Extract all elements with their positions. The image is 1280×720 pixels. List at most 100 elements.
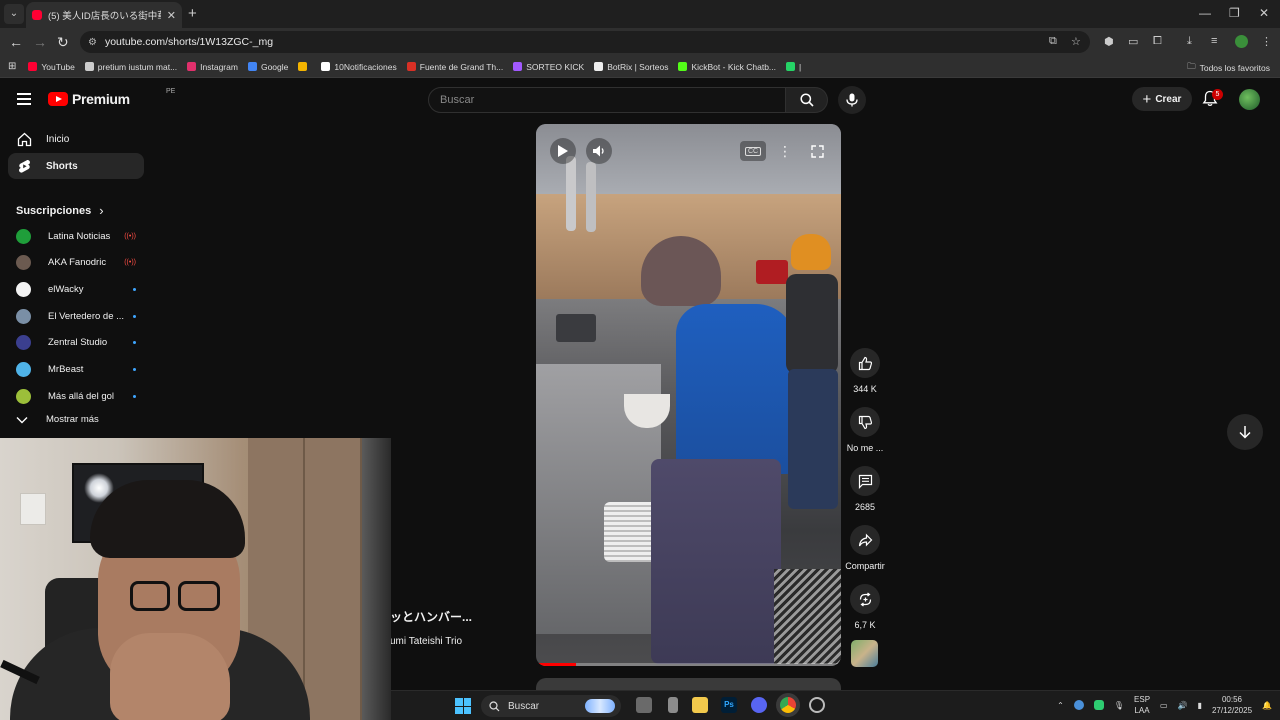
extension-card-icon[interactable]: ▭ [1128,35,1138,48]
close-tab-icon[interactable]: ✕ [167,9,176,22]
extensions-puzzle-icon[interactable]: ⧠ [1153,35,1162,48]
network-icon[interactable]: ▭ [1160,701,1168,710]
video-progress-bar[interactable] [536,663,841,666]
bookmark-item[interactable]: Fuente de Grand Th... [406,62,503,72]
subscriptions-heading[interactable]: Suscripciones › [16,203,104,218]
browser-toolbar: ← → ↻ ⚙ youtube.com/shorts/1W13ZGC-_mg ⧉… [0,28,1280,56]
dislike-button[interactable]: No me ... [844,407,886,453]
glasses-left-lens [130,581,170,611]
short-title[interactable]: ッとハンバー... [390,608,472,625]
subscription-item[interactable]: Más allá del gol [16,386,136,406]
more-options-button[interactable]: ⋮ [772,138,798,164]
shorts-video-player[interactable]: CC ⋮ [536,124,841,666]
notification-center-icon[interactable]: 🔔 [1262,701,1272,710]
device-icon[interactable] [668,697,678,713]
guide-menu-icon[interactable] [17,93,31,108]
app-icon[interactable] [809,697,825,713]
clock-time: 00:56 [1221,695,1243,704]
share-button[interactable]: Compartir [844,525,886,571]
reading-list-icon[interactable]: ≡ [1211,35,1217,47]
apps-grid-icon[interactable]: ⊞ [8,61,16,72]
close-window-button[interactable]: ✕ [1259,6,1269,20]
short-channel-name[interactable]: umi Tateishi Trio [390,636,462,647]
subscription-item[interactable]: El Vertedero de ... [16,306,136,326]
share-icon [858,533,872,546]
bookmark-item[interactable]: BotRix | Sorteos [594,62,668,72]
captions-button[interactable]: CC [740,141,766,161]
tray-app-icon[interactable] [1093,700,1104,710]
photoshop-icon[interactable]: Ps [721,697,737,713]
search-input[interactable]: Buscar [428,87,786,113]
sidebar-item-inicio[interactable]: Inicio [8,126,144,152]
downloads-icon[interactable]: ⤓ [1187,35,1192,48]
address-bar[interactable]: ⚙ youtube.com/shorts/1W13ZGC-_mg [80,31,1090,53]
restore-window-button[interactable]: ❐ [1229,6,1240,20]
file-explorer-icon[interactable] [692,697,708,713]
bookmark-item[interactable]: Google [247,62,288,72]
bookmark-item[interactable]: pretium iustum mat... [84,62,177,72]
profile-avatar-icon[interactable] [1235,35,1248,48]
show-hidden-icons-chevron-icon[interactable]: ⌃ [1057,701,1064,710]
subscription-item[interactable]: Latina Noticias ((•)) [16,226,136,246]
reload-button[interactable]: ↻ [57,34,69,51]
show-more-button[interactable]: Mostrar más [16,414,99,425]
volume-tray-icon[interactable]: 🔊 [1178,701,1188,710]
apron [651,459,781,664]
minimize-window-button[interactable]: — [1199,6,1211,20]
create-button[interactable]: + Crear [1132,87,1192,111]
taskbar-search-label: Buscar [508,700,540,712]
logo-text: Premium [72,91,130,107]
volume-button[interactable] [586,138,612,164]
voice-search-button[interactable] [838,86,866,114]
search-button[interactable] [786,87,828,113]
like-button[interactable]: 344 K [844,348,886,394]
bookmark-star-icon[interactable]: ☆ [1071,35,1081,48]
battery-icon[interactable]: ▮ [1198,701,1202,710]
microphone-tray-icon[interactable]: 🎙 [1114,701,1124,710]
bookmark-item[interactable]: SORTEO KICK [513,62,584,72]
clock[interactable]: 00:56 27/12/2025 [1212,694,1252,716]
bookmark-item[interactable]: Instagram [187,62,238,72]
sound-thumbnail[interactable] [851,640,878,667]
language-indicator[interactable]: ESP LAA [1134,694,1150,716]
remix-button[interactable]: 6,7 K [844,584,886,630]
bookmark-item[interactable]: KickBot - Kick Chatb... [678,62,776,72]
chrome-icon[interactable] [780,697,796,713]
account-avatar[interactable] [1239,89,1260,110]
youtube-premium-logo[interactable]: Premium PE [48,88,175,107]
sidebar-item-shorts[interactable]: Shorts [8,153,144,179]
browser-menu-icon[interactable]: ⋮ [1261,35,1272,48]
bookmark-favicon-icon [298,62,308,71]
forward-button[interactable]: → [33,34,47,50]
discord-icon[interactable] [751,697,767,713]
taskbar-search-box[interactable]: Buscar [481,695,621,717]
back-button[interactable]: ← [9,34,23,50]
task-view-icon[interactable] [636,697,652,713]
comment-icon [858,474,872,489]
next-short-button[interactable] [1227,414,1263,450]
bookmark-item[interactable]: 10Notificaciones [321,62,397,72]
comments-button[interactable]: 2685 [844,466,886,512]
site-info-icon[interactable]: ⚙ [88,37,97,48]
play-button[interactable] [550,138,576,164]
windows-start-icon[interactable] [455,698,471,714]
subscription-item[interactable]: AKA Fanodric ((•)) [16,253,136,273]
bookmark-item[interactable]: YouTube [28,62,75,72]
subscription-item[interactable]: MrBeast [16,360,136,380]
browser-tab-active[interactable]: (5) 美人ID店長のいる街中華！5 ✕ [26,2,182,28]
bookmark-label: BotRix | Sorteos [607,61,669,72]
fullscreen-button[interactable] [804,138,830,164]
blue-shirt [676,304,796,474]
door-frame [362,438,391,720]
subscription-item[interactable]: Zentral Studio [16,333,136,353]
all-bookmarks-button[interactable]: 🗀 Todos los favoritos [1187,61,1270,75]
onedrive-icon[interactable] [1073,700,1084,710]
tab-search-button[interactable]: ⌄ [4,4,24,24]
bookmark-item[interactable]: | [786,62,801,72]
install-app-icon[interactable]: ⧉ [1049,35,1057,48]
new-tab-button[interactable]: + [188,5,197,22]
notification-count-badge: 5 [1212,89,1223,100]
bookmark-item[interactable] [298,62,311,71]
subscription-item[interactable]: elWacky [16,279,136,299]
extension-shield-icon[interactable]: ⬢ [1104,35,1114,48]
